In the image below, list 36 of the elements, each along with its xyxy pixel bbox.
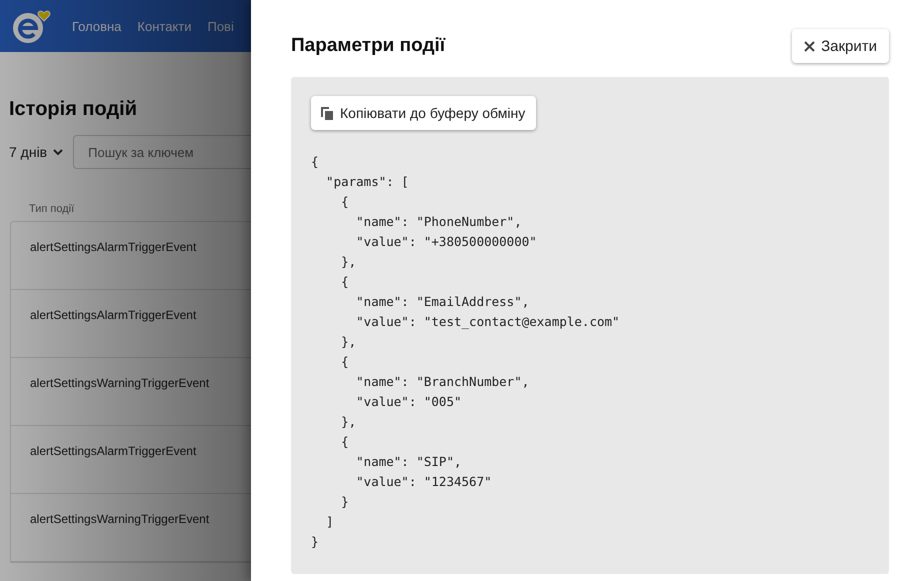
table-cell: alertSettingsWarningTriggerEvent bbox=[30, 376, 210, 390]
code-line: { bbox=[340, 353, 349, 371]
drawer-title: Параметри події bbox=[291, 35, 446, 57]
copy-button[interactable]: Копіювати до буферу обміну bbox=[311, 96, 536, 130]
code-line: "name": "BranchNumber", bbox=[355, 373, 530, 391]
chevron-down-icon bbox=[53, 148, 64, 156]
code-line: "name": "SIP", bbox=[355, 453, 462, 471]
code-line: "value": "1234567" bbox=[355, 473, 492, 491]
code-line: "value": "+380500000000" bbox=[355, 233, 537, 251]
column-header: Тип події bbox=[29, 203, 74, 215]
nav-link[interactable]: Головна bbox=[72, 18, 122, 34]
code-line: { bbox=[340, 433, 349, 451]
table-cell: alertSettingsWarningTriggerEvent bbox=[30, 512, 210, 526]
code-line: } bbox=[311, 533, 319, 551]
copy-icon bbox=[320, 106, 334, 120]
code-line: } bbox=[340, 493, 349, 511]
period-dropdown[interactable]: 7 днів bbox=[9, 144, 64, 160]
code-line: { bbox=[311, 153, 319, 171]
code-line: ] bbox=[325, 513, 334, 531]
code-line: { bbox=[340, 193, 349, 211]
table-cell: alertSettingsAlarmTriggerEvent bbox=[30, 444, 196, 458]
code-line: }, bbox=[340, 253, 356, 271]
close-icon bbox=[804, 40, 816, 52]
code-line: "name": "EmailAddress", bbox=[355, 293, 530, 311]
search-field[interactable]: Пошук за ключем bbox=[73, 135, 251, 169]
code-line: "params": [ bbox=[325, 173, 409, 191]
code-line: }, bbox=[340, 413, 356, 431]
code-line: "value": "test_contact@example.com" bbox=[355, 313, 620, 331]
table-cell: alertSettingsAlarmTriggerEvent bbox=[30, 240, 196, 254]
table-cell: alertSettingsAlarmTriggerEvent bbox=[30, 308, 196, 322]
code-line: "name": "PhoneNumber", bbox=[355, 213, 522, 231]
code-line: { bbox=[340, 273, 349, 291]
code-line: }, bbox=[340, 333, 356, 351]
code-line: "value": "005" bbox=[355, 393, 462, 411]
page-title: Історія подій bbox=[9, 98, 138, 121]
close-button[interactable]: Закрити bbox=[792, 29, 889, 63]
